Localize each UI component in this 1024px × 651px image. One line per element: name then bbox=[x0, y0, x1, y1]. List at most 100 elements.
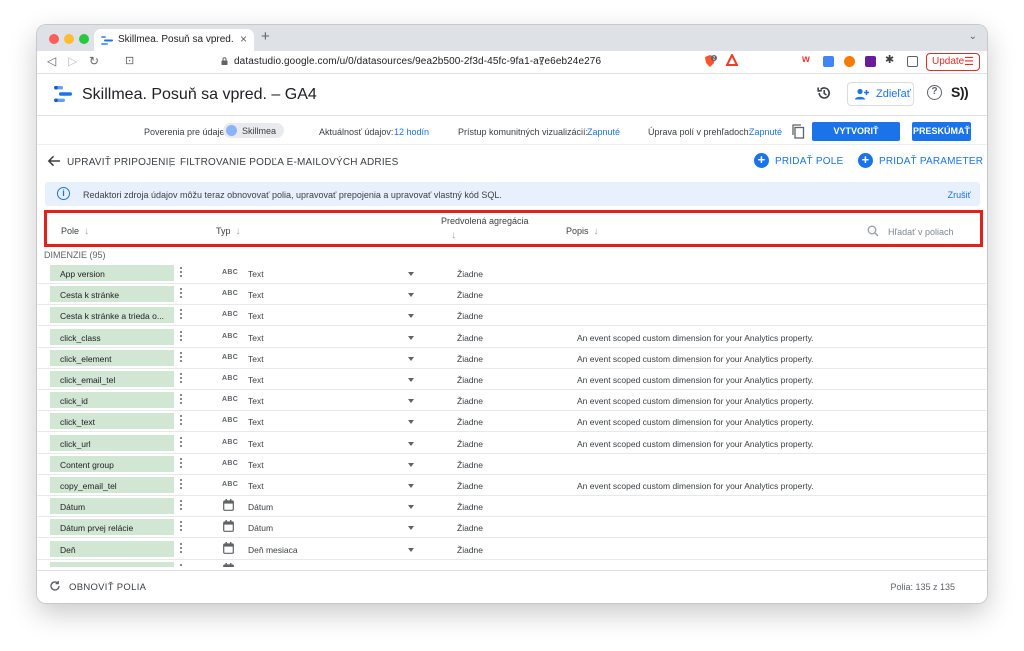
back-icon[interactable]: ◁ bbox=[47, 54, 56, 68]
account-avatar[interactable]: S)) bbox=[951, 84, 969, 100]
tab-menu-chevron-icon[interactable]: ⌄ bbox=[969, 31, 977, 42]
field-name-chip[interactable]: click_url bbox=[50, 434, 174, 451]
field-type-select[interactable]: Text bbox=[248, 290, 264, 300]
field-type-select[interactable]: Text bbox=[248, 396, 264, 406]
field-name-chip[interactable]: click_text bbox=[50, 413, 174, 430]
bookmark-icon[interactable]: ⊡ bbox=[125, 54, 134, 67]
version-history-icon[interactable] bbox=[816, 85, 832, 101]
wallet-icon[interactable] bbox=[907, 56, 918, 67]
field-name-chip[interactable]: Deň bbox=[50, 540, 174, 557]
field-name-chip[interactable]: Cesta k stránke bbox=[50, 286, 174, 303]
extensions-puzzle-icon[interactable]: ✱ bbox=[885, 53, 896, 66]
field-aggregation[interactable]: Žiadne bbox=[457, 354, 483, 364]
arrow-back-icon[interactable] bbox=[47, 155, 61, 167]
aggregation-sort-arrow-icon[interactable]: ↓ bbox=[451, 230, 456, 241]
field-type-select[interactable]: Text bbox=[248, 439, 264, 449]
update-button[interactable]: Update ☰ bbox=[926, 53, 980, 71]
field-aggregation[interactable]: Žiadne bbox=[457, 417, 483, 427]
more-vert-icon[interactable] bbox=[178, 393, 184, 407]
field-type-select[interactable]: Text bbox=[248, 417, 264, 427]
field-name-chip[interactable]: click_email_tel bbox=[50, 371, 174, 387]
freshness-value[interactable]: 12 hodín bbox=[394, 127, 429, 137]
field-type-select[interactable]: Text bbox=[248, 333, 264, 343]
field-description[interactable]: An event scoped custom dimension for you… bbox=[577, 439, 814, 449]
forward-icon[interactable]: ▷ bbox=[68, 54, 77, 68]
more-vert-icon[interactable] bbox=[178, 478, 184, 492]
field-name-chip[interactable]: copy_email_tel bbox=[50, 477, 174, 493]
email-filter-link[interactable]: FILTROVANIE PODĽA E-MAILOVÝCH ADRIES bbox=[180, 157, 399, 168]
field-type-select[interactable]: Dátum bbox=[248, 502, 273, 512]
field-name-chip[interactable]: Content group bbox=[50, 455, 174, 472]
dropdown-caret-icon[interactable] bbox=[408, 420, 414, 425]
refresh-icon[interactable] bbox=[49, 580, 61, 592]
field-name-chip[interactable]: click_id bbox=[50, 392, 174, 409]
field-name-chip[interactable]: click_class bbox=[50, 328, 174, 345]
field-editing-value[interactable]: Zapnuté bbox=[749, 127, 782, 137]
field-name-chip[interactable]: Cesta k stránke a trieda o... bbox=[50, 307, 174, 324]
field-type-select[interactable]: Text bbox=[248, 460, 264, 470]
field-description[interactable]: An event scoped custom dimension for you… bbox=[577, 375, 814, 385]
more-vert-icon[interactable] bbox=[178, 457, 184, 471]
credentials-chip[interactable]: Skillmea bbox=[223, 123, 284, 138]
dropdown-caret-icon[interactable] bbox=[408, 526, 414, 531]
field-name-chip[interactable] bbox=[50, 561, 174, 567]
edit-connection-link[interactable]: UPRAVIŤ PRIPOJENIE bbox=[67, 157, 175, 168]
more-vert-icon[interactable] bbox=[178, 330, 184, 344]
dropdown-caret-icon[interactable] bbox=[408, 293, 414, 298]
field-description[interactable]: An event scoped custom dimension for you… bbox=[577, 417, 814, 427]
create-report-button[interactable]: VYTVORIŤ PREHĽAD bbox=[812, 122, 900, 155]
more-vert-icon[interactable] bbox=[178, 351, 184, 365]
more-vert-icon[interactable] bbox=[178, 266, 184, 280]
dismiss-notice-button[interactable]: Zrušiť bbox=[948, 190, 971, 200]
field-aggregation[interactable]: Žiadne bbox=[457, 375, 483, 385]
column-field[interactable]: Pole ↓ bbox=[61, 226, 89, 237]
community-viz-value[interactable]: Zapnuté bbox=[587, 127, 620, 137]
field-type-select[interactable]: Text bbox=[248, 311, 264, 321]
more-vert-icon[interactable] bbox=[178, 414, 184, 428]
data-source-title[interactable]: Skillmea. Posuň sa vpred. – GA4 bbox=[82, 86, 317, 104]
column-aggregation[interactable]: Predvolená agregácia bbox=[441, 216, 529, 226]
field-search-input[interactable]: Hľadať v poliach bbox=[888, 227, 954, 237]
field-aggregation[interactable]: Žiadne bbox=[457, 333, 483, 343]
field-aggregation[interactable]: Žiadne bbox=[457, 439, 483, 449]
dropdown-caret-icon[interactable] bbox=[408, 441, 414, 446]
share-button[interactable]: Zdieľať bbox=[847, 82, 914, 106]
more-vert-icon[interactable] bbox=[178, 542, 184, 556]
brave-shield-icon[interactable]: 2 bbox=[703, 54, 717, 68]
more-vert-icon[interactable] bbox=[178, 287, 184, 301]
more-vert-icon[interactable] bbox=[178, 436, 184, 450]
more-vert-icon[interactable] bbox=[178, 372, 184, 386]
reload-icon[interactable]: ↻ bbox=[89, 54, 99, 68]
field-aggregation[interactable]: Žiadne bbox=[457, 311, 483, 321]
dropdown-caret-icon[interactable] bbox=[408, 272, 414, 276]
field-type-select[interactable]: Text bbox=[248, 375, 264, 385]
extension-translate-icon[interactable] bbox=[823, 56, 834, 67]
help-icon[interactable]: ? bbox=[927, 85, 942, 100]
field-aggregation[interactable]: Žiadne bbox=[457, 290, 483, 300]
dropdown-caret-icon[interactable] bbox=[408, 335, 414, 340]
field-aggregation[interactable]: Žiadne bbox=[457, 545, 483, 555]
extension-fox-icon[interactable] bbox=[844, 56, 855, 67]
browser-tab[interactable]: Skillmea. Posuň sa vpred. – GA4 × bbox=[94, 29, 254, 51]
field-description[interactable]: An event scoped custom dimension for you… bbox=[577, 396, 814, 406]
field-type-select[interactable]: Dátum bbox=[248, 523, 273, 533]
field-type-select[interactable]: Text bbox=[248, 269, 264, 279]
copy-icon[interactable] bbox=[791, 124, 805, 139]
dropdown-caret-icon[interactable] bbox=[408, 484, 414, 488]
dropdown-caret-icon[interactable] bbox=[408, 378, 414, 382]
close-tab-icon[interactable]: × bbox=[240, 32, 247, 46]
field-aggregation[interactable]: Žiadne bbox=[457, 396, 483, 406]
extension-w-icon[interactable]: w bbox=[802, 54, 813, 65]
close-window-button[interactable] bbox=[49, 34, 59, 44]
field-name-chip[interactable]: App version bbox=[50, 265, 174, 281]
more-vert-icon[interactable] bbox=[178, 563, 184, 567]
extension-v-icon[interactable] bbox=[865, 56, 876, 67]
field-type-select[interactable]: Text bbox=[248, 481, 264, 491]
share-page-icon[interactable]: ⇪ bbox=[537, 55, 546, 68]
dropdown-caret-icon[interactable] bbox=[408, 505, 414, 510]
field-aggregation[interactable]: Žiadne bbox=[457, 502, 483, 512]
refresh-fields-button[interactable]: OBNOVIŤ POLIA bbox=[69, 582, 146, 593]
dropdown-caret-icon[interactable] bbox=[408, 356, 414, 361]
field-name-chip[interactable]: Dátum bbox=[50, 498, 174, 515]
dropdown-caret-icon[interactable] bbox=[408, 314, 414, 319]
